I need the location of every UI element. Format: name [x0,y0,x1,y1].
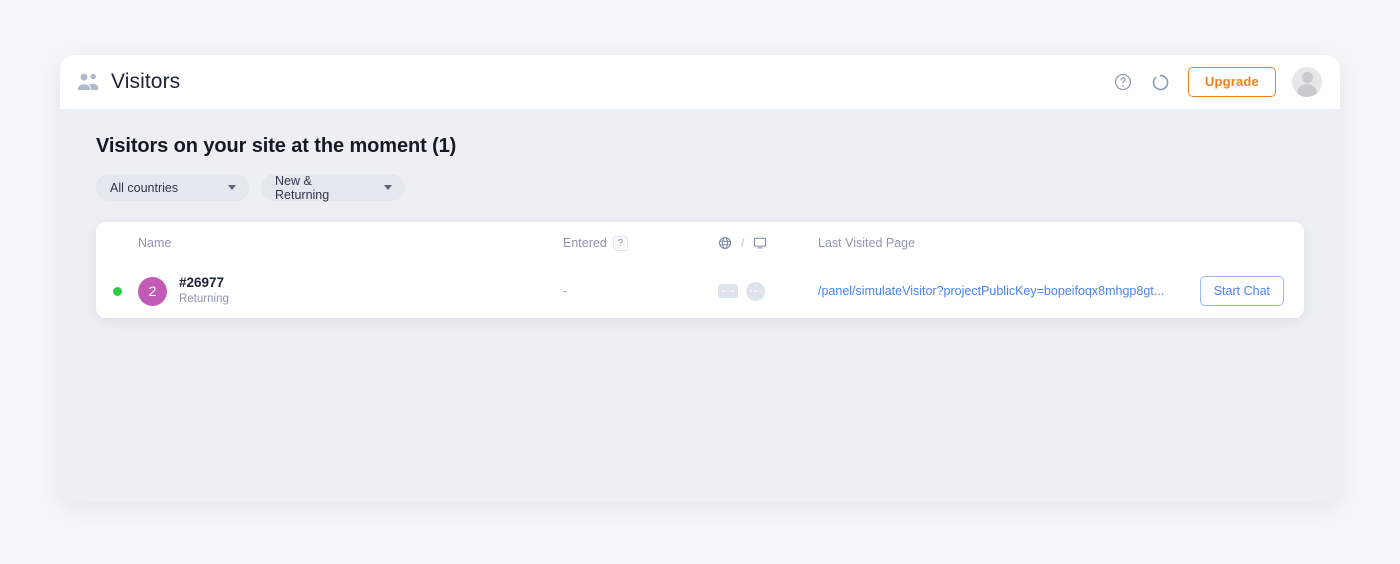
filter-country-dropdown[interactable]: All countries [96,174,249,201]
avatar-head [1301,72,1313,83]
chevron-down-icon [384,185,392,190]
entered-value: - [563,284,568,298]
visitor-avatar[interactable]: 2 [138,276,167,306]
row-action-cell: Start Chat [1194,275,1304,307]
column-header-last-visited-page: Last Visited Page [818,236,916,250]
table-header-row: Name Entered ? / Last Visited Page [96,222,1304,264]
visitors-app-card: Visitors Upgrade Visitors on your site a… [60,55,1340,501]
last-visited-page-link[interactable]: /panel/simulateVisitor?projectPublicKey=… [818,284,1182,298]
status-badge [112,286,122,296]
filter-visitor-type-dropdown[interactable]: New & Returning [261,173,405,202]
avatar-body [1297,84,1317,97]
avatar[interactable] [1292,67,1322,97]
row-entered-cell: - [563,284,718,298]
row-name-cell: 2 #26977 Returning [138,275,563,307]
row-status-cell [96,286,138,296]
visitor-identity: #26977 Returning [179,275,229,307]
column-header-name: Name [138,236,172,250]
placeholder-dot [731,289,734,293]
visitor-type: Returning [179,292,229,305]
header-right-group: Upgrade [1112,67,1322,97]
column-header-entered: Entered ? [563,235,718,251]
refresh-spinner-icon[interactable] [1150,71,1172,93]
column-header-device: / [718,236,818,250]
app-body: Visitors on your site at the moment (1) … [60,109,1340,501]
globe-icon [718,236,732,250]
app-header: Visitors Upgrade [60,55,1340,109]
page-root: Visitors Upgrade Visitors on your site a… [0,0,1400,564]
country-flag-placeholder-icon [718,284,738,298]
page-title: Visitors [111,70,181,93]
monitor-icon [753,236,767,250]
header-left-group: Visitors [76,70,180,94]
placeholder-dot [726,289,730,293]
filter-bar: All countries New & Returning [96,173,1304,202]
filter-country-label: All countries [110,180,179,195]
device-separator: / [741,236,745,250]
placeholder-dot [758,289,762,293]
placeholder-dot [722,289,725,293]
section-title: Visitors on your site at the moment (1) [96,135,457,157]
help-circle-icon[interactable] [1112,71,1134,93]
placeholder-dot [754,289,757,293]
filter-visitor-type-label: New & Returning [275,173,330,202]
visitor-name: #26977 [179,275,225,291]
browser-placeholder-icon [746,281,765,301]
chevron-down-icon [228,185,236,190]
entered-help-icon[interactable]: ? [612,235,628,251]
row-last-visited-page-cell: /panel/simulateVisitor?projectPublicKey=… [818,284,1194,298]
people-icon [76,72,100,92]
row-device-cell [718,281,818,301]
visitors-table: Name Entered ? / Last Visited Page 2 #26… [96,222,1304,318]
table-row[interactable]: 2 #26977 Returning - /panel/simulateVisi… [96,264,1304,318]
placeholder-dot [749,289,753,293]
upgrade-button[interactable]: Upgrade [1187,67,1276,97]
column-header-entered-label: Entered [563,236,607,250]
start-chat-button[interactable]: Start Chat [1199,275,1284,307]
